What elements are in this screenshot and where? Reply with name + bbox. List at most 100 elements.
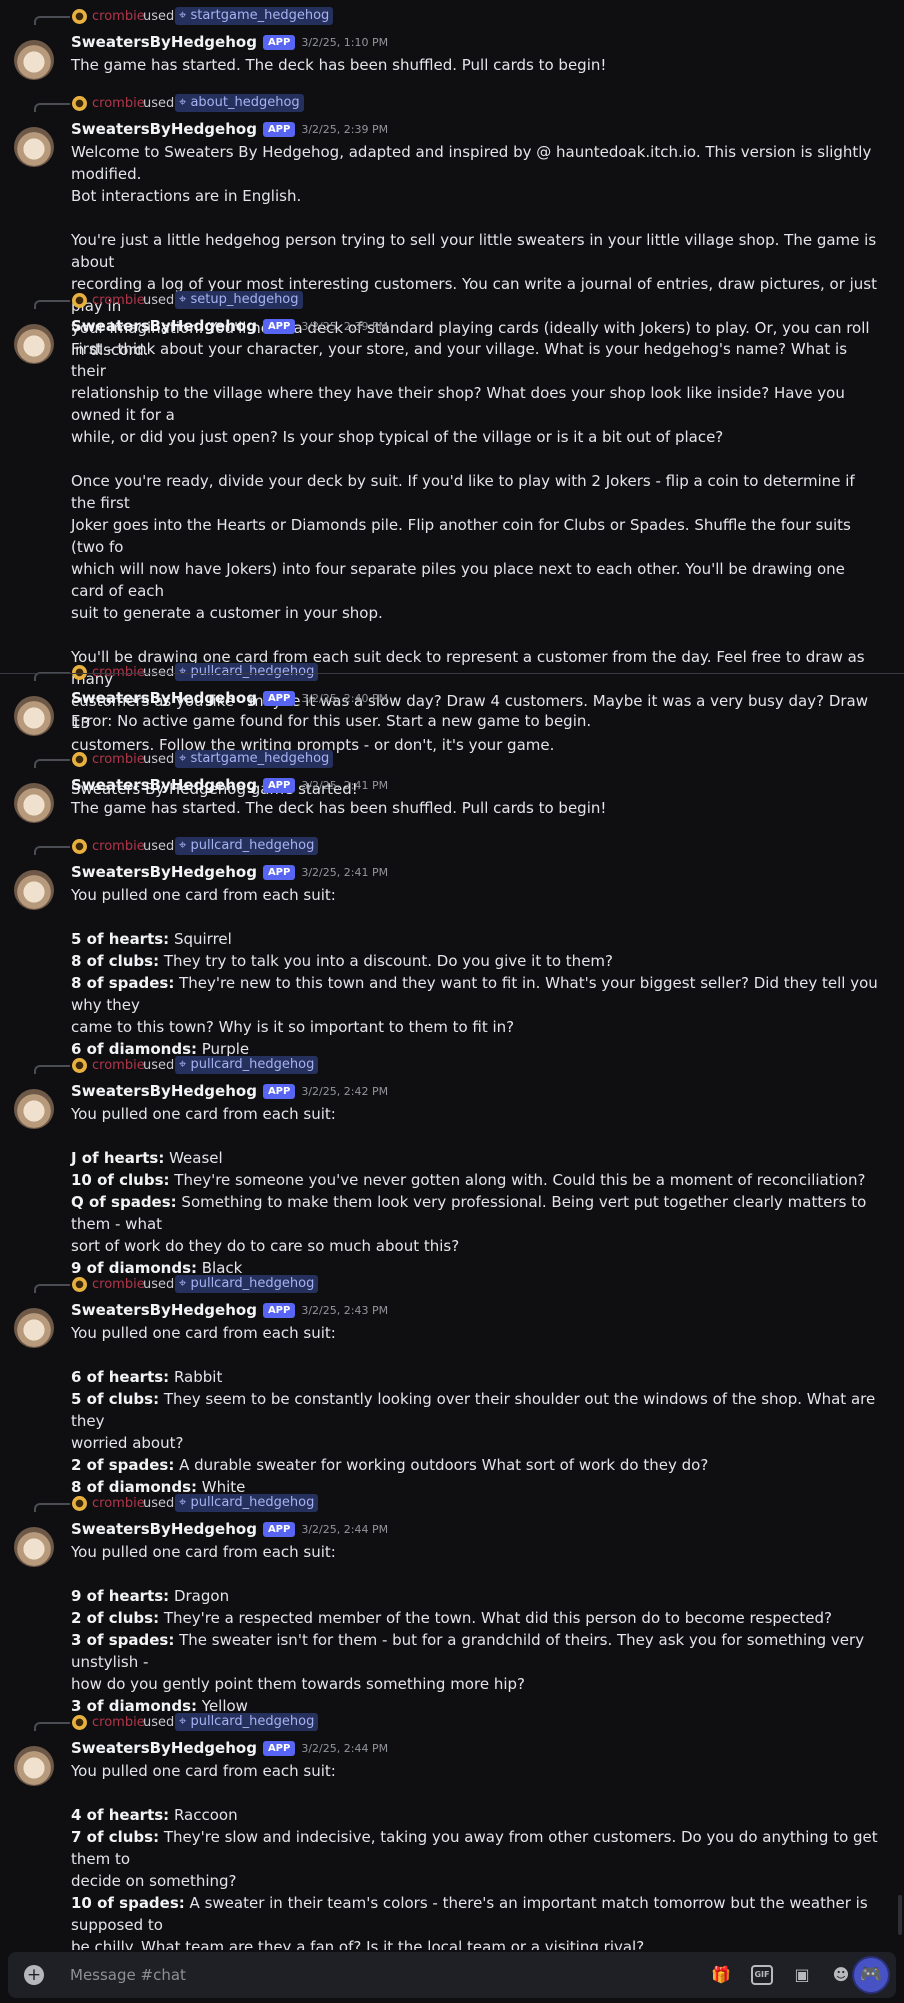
avatar[interactable] bbox=[14, 696, 54, 736]
message-line: 4 of hearts: Raccoon bbox=[71, 1804, 881, 1826]
slash-command-chip[interactable]: ⌖ pullcard_hedgehog bbox=[175, 663, 319, 681]
game-controller-icon[interactable]: 🎮 bbox=[854, 1958, 888, 1992]
message-text: how do you gently point them towards som… bbox=[71, 1675, 525, 1693]
message-line: came to this town? Why is it so importan… bbox=[71, 1016, 881, 1038]
reply-spine bbox=[34, 16, 70, 25]
message-line: Once you're ready, divide your deck by s… bbox=[71, 470, 881, 514]
message-line bbox=[71, 624, 881, 646]
bot-username[interactable]: SweatersByHedgehog bbox=[71, 689, 257, 707]
avatar[interactable] bbox=[14, 783, 54, 823]
message-timestamp[interactable]: 3/2/25, 2:41 PM bbox=[301, 866, 388, 879]
bot-username[interactable]: SweatersByHedgehog bbox=[71, 1082, 257, 1100]
message-composer[interactable]: + Message #chat 🎁 GIF ▣ ☻ 🎮 bbox=[8, 1952, 896, 1998]
message-list[interactable]: ● crombie used ⌖ startgame_hedgehog Swea… bbox=[0, 0, 904, 1950]
avatar[interactable] bbox=[14, 1746, 54, 1786]
reply-spine bbox=[34, 759, 70, 768]
card-label: 6 of hearts: bbox=[71, 1368, 170, 1386]
message-timestamp[interactable]: 3/2/25, 2:44 PM bbox=[301, 1742, 388, 1755]
message-line: 10 of clubs: They're someone you've neve… bbox=[71, 1169, 881, 1191]
message-line: You pulled one card from each suit: bbox=[71, 1541, 881, 1563]
reply-username[interactable]: crombie bbox=[92, 1058, 145, 1073]
message-text: Joker goes into the Hearts or Diamonds p… bbox=[71, 516, 851, 556]
avatar[interactable] bbox=[14, 1308, 54, 1348]
bot-username[interactable]: SweatersByHedgehog bbox=[71, 1520, 257, 1538]
bot-username[interactable]: SweatersByHedgehog bbox=[71, 1301, 257, 1319]
reply-username[interactable]: crombie bbox=[92, 96, 145, 111]
avatar[interactable] bbox=[14, 40, 54, 80]
message-text: Dragon bbox=[169, 1587, 230, 1605]
user-avatar-icon: ● bbox=[72, 293, 87, 308]
add-attachment-icon[interactable]: + bbox=[24, 1965, 44, 1985]
command-name: setup_hedgehog bbox=[190, 292, 299, 307]
bot-username[interactable]: SweatersByHedgehog bbox=[71, 776, 257, 794]
message-header: SweatersByHedgehog APP 3/2/25, 2:41 PM bbox=[71, 862, 388, 882]
slash-command-chip[interactable]: ⌖ pullcard_hedgehog bbox=[175, 1713, 319, 1731]
message-text: Squirrel bbox=[169, 930, 232, 948]
slash-command-chip[interactable]: ⌖ startgame_hedgehog bbox=[175, 750, 334, 768]
card-label: 10 of spades: bbox=[71, 1894, 185, 1912]
slash-command-chip[interactable]: ⌖ about_hedgehog bbox=[175, 94, 304, 112]
user-avatar-icon: ● bbox=[72, 1277, 87, 1292]
message-line: how do you gently point them towards som… bbox=[71, 1673, 881, 1695]
avatar[interactable] bbox=[14, 324, 54, 364]
reply-username[interactable]: crombie bbox=[92, 752, 145, 767]
slash-command-chip[interactable]: ⌖ startgame_hedgehog bbox=[175, 7, 334, 25]
bot-username[interactable]: SweatersByHedgehog bbox=[71, 317, 257, 335]
slash-command-chip[interactable]: ⌖ pullcard_hedgehog bbox=[175, 1056, 319, 1074]
message-text: A sweater in their team's colors - there… bbox=[71, 1894, 868, 1934]
reply-username[interactable]: crombie bbox=[92, 1277, 145, 1292]
reply-spine bbox=[34, 300, 70, 309]
message-timestamp[interactable]: 3/2/25, 1:10 PM bbox=[301, 36, 388, 49]
message-line: 10 of spades: A sweater in their team's … bbox=[71, 1892, 881, 1936]
bot-username[interactable]: SweatersByHedgehog bbox=[71, 863, 257, 881]
message-timestamp[interactable]: 3/2/25, 2:42 PM bbox=[301, 1085, 388, 1098]
message-timestamp[interactable]: 3/2/25, 2:39 PM bbox=[301, 320, 388, 333]
reply-username[interactable]: crombie bbox=[92, 9, 145, 24]
hash-icon: ⌖ bbox=[179, 664, 187, 679]
reply-username[interactable]: crombie bbox=[92, 665, 145, 680]
message-line: be chilly. What team are they a fan of? … bbox=[71, 1936, 881, 1950]
message-text: First - think about your character, your… bbox=[71, 340, 848, 380]
app-badge: APP bbox=[262, 121, 296, 137]
reply-username[interactable]: crombie bbox=[92, 839, 145, 854]
card-label: 2 of spades: bbox=[71, 1456, 175, 1474]
avatar[interactable] bbox=[14, 870, 54, 910]
gift-icon[interactable]: 🎁 bbox=[710, 1965, 732, 1985]
slash-command-chip[interactable]: ⌖ pullcard_hedgehog bbox=[175, 1275, 319, 1293]
message-line: 7 of clubs: They're slow and indecisive,… bbox=[71, 1826, 881, 1870]
sticker-icon[interactable]: ▣ bbox=[791, 1965, 813, 1985]
message-timestamp[interactable]: 3/2/25, 2:40 PM bbox=[301, 692, 388, 705]
message-timestamp[interactable]: 3/2/25, 2:43 PM bbox=[301, 1304, 388, 1317]
message-timestamp[interactable]: 3/2/25, 2:39 PM bbox=[301, 123, 388, 136]
message-input[interactable]: Message #chat bbox=[70, 1966, 186, 1984]
message-text: Welcome to Sweaters By Hedgehog, adapted… bbox=[71, 143, 872, 183]
avatar[interactable] bbox=[14, 1527, 54, 1567]
card-label: 5 of clubs: bbox=[71, 1390, 160, 1408]
scrollbar-thumb[interactable] bbox=[898, 1895, 902, 1935]
hash-icon: ⌖ bbox=[179, 751, 187, 766]
message-text: You pulled one card from each suit: bbox=[71, 1762, 336, 1780]
bot-username[interactable]: SweatersByHedgehog bbox=[71, 120, 257, 138]
new-messages-divider bbox=[0, 673, 904, 674]
avatar[interactable] bbox=[14, 127, 54, 167]
reply-username[interactable]: crombie bbox=[92, 1715, 145, 1730]
emoji-icon[interactable]: ☻ bbox=[830, 1965, 852, 1985]
slash-command-chip[interactable]: ⌖ pullcard_hedgehog bbox=[175, 1494, 319, 1512]
slash-command-chip[interactable]: ⌖ pullcard_hedgehog bbox=[175, 837, 319, 855]
message-line: worried about? bbox=[71, 1432, 881, 1454]
message-text: You pulled one card from each suit: bbox=[71, 886, 336, 904]
reply-username[interactable]: crombie bbox=[92, 293, 145, 308]
bot-username[interactable]: SweatersByHedgehog bbox=[71, 33, 257, 51]
message-timestamp[interactable]: 3/2/25, 2:41 PM bbox=[301, 779, 388, 792]
message-header: SweatersByHedgehog APP 3/2/25, 2:43 PM bbox=[71, 1300, 388, 1320]
hash-icon: ⌖ bbox=[179, 95, 187, 110]
gif-icon[interactable]: GIF bbox=[751, 1965, 773, 1985]
message-header: SweatersByHedgehog APP 3/2/25, 2:39 PM bbox=[71, 316, 388, 336]
avatar[interactable] bbox=[14, 1089, 54, 1129]
used-label: used bbox=[143, 292, 175, 308]
app-badge: APP bbox=[262, 1740, 296, 1756]
bot-username[interactable]: SweatersByHedgehog bbox=[71, 1739, 257, 1757]
message-timestamp[interactable]: 3/2/25, 2:44 PM bbox=[301, 1523, 388, 1536]
reply-username[interactable]: crombie bbox=[92, 1496, 145, 1511]
slash-command-chip[interactable]: ⌖ setup_hedgehog bbox=[175, 291, 303, 309]
